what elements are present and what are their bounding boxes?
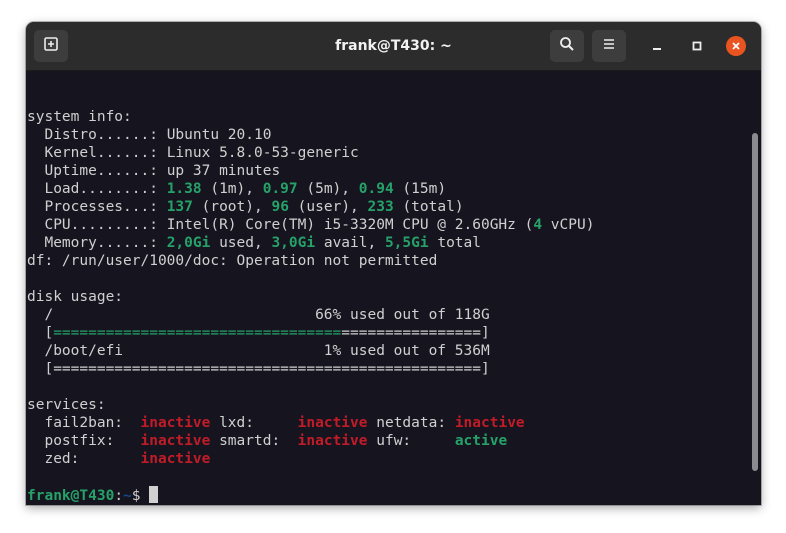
service-smartd-status: inactive xyxy=(297,433,368,449)
processes-user: 96 xyxy=(271,199,289,215)
services-header: services: xyxy=(27,397,106,413)
prompt-path: ~ xyxy=(123,488,132,504)
disk-root-bar-used: ================================= xyxy=(53,325,342,341)
disk-boot-efi-usage: /boot/efi 1% used out of 536M xyxy=(27,343,490,359)
processes-total: 233 xyxy=(367,199,394,215)
disk-boot-efi-bar-free: ========================================… xyxy=(53,361,481,377)
load-5m: 0.97 xyxy=(262,181,298,197)
processes-root: 137 xyxy=(166,199,193,215)
disk-usage-header: disk usage: xyxy=(27,289,124,305)
title-bar: frank@T430: ~ xyxy=(26,22,761,71)
new-tab-icon xyxy=(43,36,59,56)
df-error-message: df: /run/user/1000/doc: Operation not pe… xyxy=(27,253,438,269)
service-zed-name: zed: xyxy=(27,451,141,467)
maximize-button[interactable] xyxy=(687,36,707,56)
minimize-button[interactable] xyxy=(647,36,667,56)
cpu-count: 4 xyxy=(533,217,543,233)
service-lxd-name: lxd: xyxy=(219,415,298,431)
uptime-value: up 37 minutes xyxy=(166,163,281,179)
text-cursor[interactable] xyxy=(149,486,159,503)
maximize-icon xyxy=(691,37,703,56)
service-netdata-status: inactive xyxy=(454,415,525,431)
hamburger-menu-icon xyxy=(601,36,617,56)
terminal-output[interactable]: system info: Distro......: Ubuntu 20.10 … xyxy=(27,108,594,505)
disk-root-usage: / 66% used out of 118G xyxy=(27,307,490,323)
system-info-header: system info: xyxy=(27,109,132,125)
terminal-scrollbar[interactable] xyxy=(752,133,758,471)
load-1m: 1.38 xyxy=(166,181,202,197)
disk-root-bar-free: ================ xyxy=(341,325,481,341)
service-ufw-status: active xyxy=(454,433,508,449)
kernel-value: Linux 5.8.0-53-generic xyxy=(166,145,359,161)
service-smartd-name: smartd: xyxy=(219,433,298,449)
menu-button[interactable] xyxy=(592,30,626,62)
service-fail2ban-name: fail2ban: xyxy=(27,415,141,431)
search-icon xyxy=(559,36,575,56)
service-ufw-name: ufw: xyxy=(376,433,455,449)
minimize-icon xyxy=(651,37,663,56)
service-netdata-name: netdata: xyxy=(376,415,455,431)
prompt-symbol: $ xyxy=(131,488,150,504)
service-lxd-status: inactive xyxy=(297,415,368,431)
close-button[interactable] xyxy=(726,36,746,56)
service-zed-status: inactive xyxy=(140,451,211,467)
terminal-area[interactable]: system info: Distro......: Ubuntu 20.10 … xyxy=(26,71,761,505)
memory-total: 5,5Gi xyxy=(384,235,429,251)
memory-avail: 3,0Gi xyxy=(271,235,316,251)
close-icon xyxy=(726,36,746,56)
cpu-value: Intel(R) Core(TM) i5-3320M CPU @ 2.60GHz… xyxy=(166,217,534,233)
terminal-window: frank@T430: ~ system info: Distro......:… xyxy=(26,22,761,505)
distro-value: Ubuntu 20.10 xyxy=(166,127,272,143)
service-postfix-status: inactive xyxy=(140,433,211,449)
new-tab-button[interactable] xyxy=(34,30,68,62)
service-postfix-name: postfix: xyxy=(27,433,141,449)
prompt-user-host: frank@T430 xyxy=(27,488,115,504)
load-15m: 0.94 xyxy=(358,181,394,197)
service-fail2ban-status: inactive xyxy=(140,415,211,431)
memory-used: 2,0Gi xyxy=(166,235,211,251)
search-button[interactable] xyxy=(550,30,584,62)
